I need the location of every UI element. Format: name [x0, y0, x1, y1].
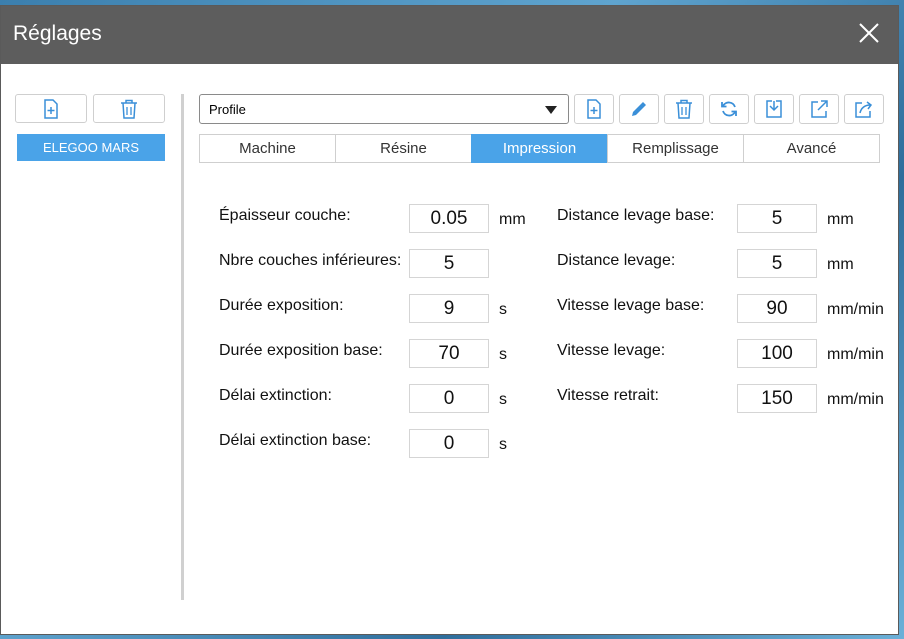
- trash-icon: [121, 99, 137, 119]
- add-profile-button[interactable]: [15, 94, 87, 123]
- light-off-delay-label: Délai extinction:: [219, 387, 332, 404]
- settings-tabs: Machine Résine Impression Remplissage Av…: [199, 134, 880, 163]
- bottom-lift-speed-unit: mm/min: [827, 301, 884, 318]
- bottom-layers-label: Nbre couches inférieures:: [219, 252, 402, 269]
- retract-speed-unit: mm/min: [827, 391, 884, 408]
- profile-list-panel: ELEGOO MARS: [15, 94, 167, 161]
- bottom-exposure-unit: s: [499, 346, 507, 363]
- bottom-layers-input[interactable]: 5: [409, 249, 489, 278]
- refresh-icon: [721, 101, 737, 117]
- export-button[interactable]: [799, 94, 839, 124]
- export-alt-icon: [855, 101, 873, 118]
- delete-button[interactable]: [664, 94, 704, 124]
- edit-profile-button[interactable]: [619, 94, 659, 124]
- import-button[interactable]: [754, 94, 794, 124]
- bottom-light-off-delay-label: Délai extinction base:: [219, 432, 372, 449]
- reset-button[interactable]: [709, 94, 749, 124]
- export-icon: [811, 100, 828, 118]
- lift-distance-input[interactable]: 5: [737, 249, 817, 278]
- tab-remplissage[interactable]: Remplissage: [607, 134, 744, 163]
- title-bar: Réglages: [1, 6, 898, 64]
- retract-speed-label: Vitesse retrait:: [557, 387, 659, 404]
- lift-distance-label: Distance levage:: [557, 252, 676, 269]
- file-plus-icon: [587, 99, 601, 119]
- exposure-time-unit: s: [499, 301, 507, 318]
- bottom-light-off-delay-unit: s: [499, 436, 507, 453]
- lift-speed-input[interactable]: 100: [737, 339, 817, 368]
- tab-machine[interactable]: Machine: [199, 134, 336, 163]
- layer-thickness-unit: mm: [499, 211, 526, 228]
- panel-divider: [181, 94, 184, 600]
- dropdown-arrow-icon: [545, 106, 557, 114]
- exposure-time-label: Durée exposition:: [219, 297, 344, 314]
- light-off-delay-input[interactable]: 0: [409, 384, 489, 413]
- exposure-time-input[interactable]: 9: [409, 294, 489, 323]
- lift-distance-unit: mm: [827, 256, 854, 273]
- tab-resine[interactable]: Résine: [335, 134, 472, 163]
- bottom-lift-distance-input[interactable]: 5: [737, 204, 817, 233]
- close-icon: [859, 23, 879, 43]
- layer-thickness-input[interactable]: 0.05: [409, 204, 489, 233]
- file-plus-icon: [44, 98, 58, 119]
- close-button[interactable]: [854, 18, 884, 48]
- profile-select[interactable]: Profile: [199, 94, 569, 124]
- dialog-title: Réglages: [13, 22, 102, 45]
- bottom-exposure-input[interactable]: 70: [409, 339, 489, 368]
- tab-avance[interactable]: Avancé: [743, 134, 880, 163]
- bottom-lift-distance-label: Distance levage base:: [557, 207, 715, 224]
- profile-item-elegoo-mars[interactable]: ELEGOO MARS: [17, 134, 165, 161]
- lift-speed-label: Vitesse levage:: [557, 342, 666, 359]
- bottom-lift-speed-input[interactable]: 90: [737, 294, 817, 323]
- trash-icon: [676, 99, 692, 119]
- tab-impression[interactable]: Impression: [471, 134, 608, 163]
- delete-profile-button[interactable]: [93, 94, 165, 123]
- bottom-exposure-label: Durée exposition base:: [219, 342, 383, 359]
- bottom-lift-distance-unit: mm: [827, 211, 854, 228]
- lift-speed-unit: mm/min: [827, 346, 884, 363]
- profile-select-value: Profile: [209, 101, 246, 117]
- pencil-icon: [632, 102, 646, 116]
- retract-speed-input[interactable]: 150: [737, 384, 817, 413]
- new-profile-button[interactable]: [574, 94, 614, 124]
- layer-thickness-label: Épaisseur couche:: [219, 207, 351, 224]
- export-alt-button[interactable]: [844, 94, 884, 124]
- light-off-delay-unit: s: [499, 391, 507, 408]
- bottom-light-off-delay-input[interactable]: 0: [409, 429, 489, 458]
- bottom-lift-speed-label: Vitesse levage base:: [557, 297, 705, 314]
- import-icon: [766, 100, 782, 118]
